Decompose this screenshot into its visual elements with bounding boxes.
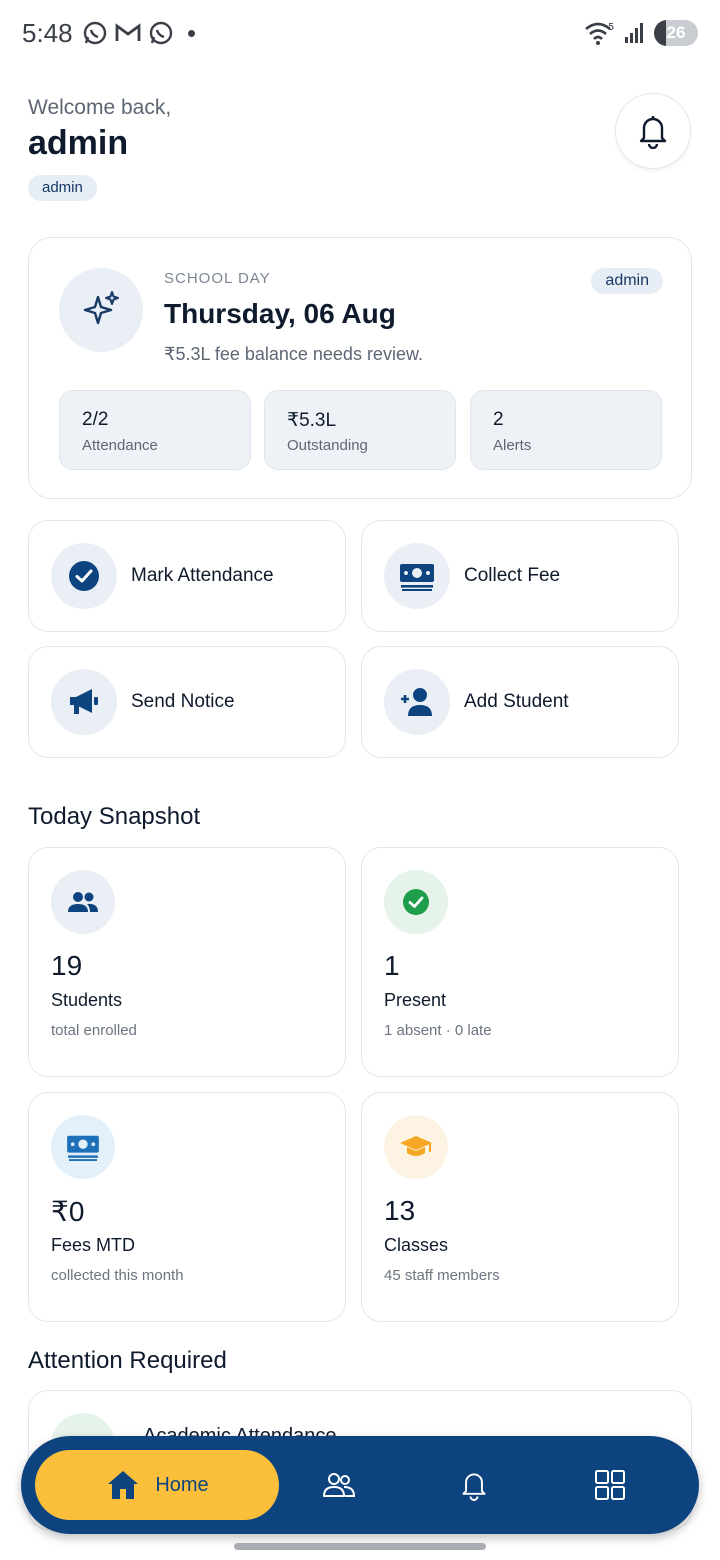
stat-subtitle: total enrolled	[51, 1022, 137, 1039]
people-icon	[323, 1473, 356, 1497]
system-icons: 5 26	[584, 20, 698, 46]
network-badge: 5	[608, 22, 614, 33]
collect-fee-button[interactable]: Collect Fee	[361, 520, 679, 632]
nav-notifications-tab[interactable]	[449, 1460, 499, 1510]
stat-subtitle: 1 absent · 0 late	[384, 1022, 492, 1039]
megaphone-icon	[70, 689, 98, 714]
action-label: Collect Fee	[464, 565, 561, 586]
students-stat-card[interactable]: 19 Students total enrolled	[28, 847, 346, 1077]
icon-container	[384, 543, 450, 609]
sparkle-icon	[83, 291, 119, 325]
welcome-text: Welcome back,	[28, 96, 172, 119]
metric-label: Attendance	[82, 437, 158, 454]
action-label: Add Student	[464, 691, 569, 712]
stat-value: 13	[384, 1195, 416, 1226]
notification-icons	[82, 20, 195, 46]
whatsapp-icon	[149, 21, 173, 45]
send-notice-button[interactable]: Send Notice	[28, 646, 346, 758]
notifications-button[interactable]	[615, 93, 691, 169]
school-day-note: ₹5.3L fee balance needs review.	[164, 344, 423, 364]
attention-title: Attention Required	[28, 1347, 227, 1374]
school-day-label: SCHOOL DAY	[164, 270, 271, 287]
battery-level: 26	[666, 23, 686, 42]
action-label: Mark Attendance	[131, 565, 274, 586]
bottom-nav: Home	[21, 1436, 699, 1534]
status-bar: 5:48 5 26	[0, 0, 720, 68]
present-stat-card[interactable]: 1 Present 1 absent · 0 late	[361, 847, 679, 1077]
school-day-card: SCHOOL DAY Thursday, 06 Aug ₹5.3L fee ba…	[28, 237, 692, 499]
check-circle-icon	[403, 889, 429, 915]
role-badge: admin	[28, 175, 97, 201]
nav-people-tab[interactable]	[314, 1460, 364, 1510]
stat-name: Students	[51, 990, 123, 1010]
snapshot-title: Today Snapshot	[28, 803, 201, 830]
add-student-button[interactable]: Add Student	[361, 646, 679, 758]
metric-value: ₹5.3L	[287, 410, 337, 431]
sparkle-icon-container	[59, 268, 143, 352]
gmail-icon	[115, 23, 141, 41]
action-label: Send Notice	[131, 691, 235, 712]
icon-container	[384, 870, 448, 934]
stat-value: ₹0	[51, 1196, 85, 1227]
grid-icon	[595, 1470, 625, 1500]
icon-container	[51, 543, 117, 609]
classes-stat-card[interactable]: 13 Classes 45 staff members	[361, 1092, 679, 1322]
metric-value: 2/2	[82, 409, 109, 430]
metric-label: Outstanding	[287, 437, 368, 454]
people-icon	[68, 892, 98, 912]
nav-menu-tab[interactable]	[585, 1460, 635, 1510]
stat-value: 1	[384, 950, 400, 981]
mark-attendance-button[interactable]: Mark Attendance	[28, 520, 346, 632]
icon-container	[51, 669, 117, 735]
bell-icon	[462, 1473, 486, 1501]
wifi-icon: 5	[585, 22, 614, 45]
more-notifications-dot	[188, 29, 195, 37]
money-icon	[67, 1135, 99, 1161]
stat-name: Present	[384, 990, 447, 1010]
icon-container	[384, 669, 450, 735]
alerts-metric[interactable]: 2 Alerts	[470, 390, 662, 470]
icon-container	[51, 1115, 115, 1179]
check-circle-icon	[69, 561, 99, 591]
stat-subtitle: 45 staff members	[384, 1267, 500, 1284]
role-badge: admin	[591, 268, 663, 294]
school-day-date: Thursday, 06 Aug	[164, 298, 396, 329]
home-icon	[108, 1471, 139, 1499]
money-icon	[400, 564, 434, 591]
whatsapp-icon	[83, 21, 107, 45]
signal-icon	[625, 23, 643, 43]
icon-container	[384, 1115, 448, 1179]
battery-icon: 26	[654, 20, 698, 46]
stat-value: 19	[51, 950, 83, 981]
metric-value: 2	[493, 409, 504, 430]
graduation-cap-icon	[400, 1136, 432, 1156]
status-time: 5:48	[22, 18, 73, 48]
stat-name: Fees MTD	[51, 1235, 136, 1255]
user-name: admin	[28, 124, 129, 162]
fees-stat-card[interactable]: ₹0 Fees MTD collected this month	[28, 1092, 346, 1322]
nav-home-label: Home	[155, 1473, 209, 1496]
icon-container	[51, 870, 115, 934]
stat-subtitle: collected this month	[51, 1267, 184, 1284]
attendance-metric[interactable]: 2/2 Attendance	[59, 390, 251, 470]
outstanding-metric[interactable]: ₹5.3L Outstanding	[264, 390, 456, 470]
add-person-icon	[401, 688, 432, 716]
stat-name: Classes	[384, 1235, 449, 1255]
bell-icon	[639, 116, 667, 149]
home-indicator[interactable]	[234, 1543, 486, 1550]
nav-home-tab[interactable]: Home	[35, 1450, 279, 1520]
metric-label: Alerts	[493, 437, 532, 454]
